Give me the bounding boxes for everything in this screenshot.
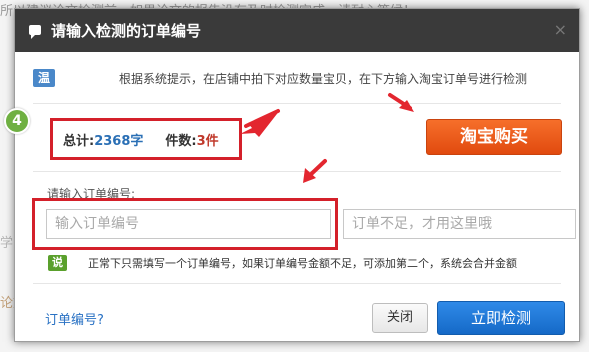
tip-text: 根据系统提示，在店铺中拍下对应数量宝贝，在下方输入淘宝订单号进行检测	[119, 72, 528, 86]
taobao-buy-button[interactable]: 淘宝购买	[426, 119, 562, 155]
close-icon[interactable]: ×	[554, 20, 567, 39]
note-text: 正常下只需填写一个订单编号，如果订单编号金额不足，可添加第二个，系统会合并金额	[88, 257, 517, 270]
divider-bottom	[33, 283, 561, 284]
note-badge: 说明	[48, 255, 67, 285]
divider-mid	[33, 171, 561, 172]
chat-icon	[29, 25, 41, 39]
tip-badge: 温馨提示	[33, 69, 56, 139]
dialog-title: 请输入检测的订单编号	[51, 22, 202, 40]
total-value: 2368字	[94, 134, 144, 149]
order-number-input[interactable]	[46, 209, 331, 239]
total-label: 总计:	[63, 134, 95, 149]
background-text-mid: 学	[0, 236, 14, 251]
dialog-footer: 订单编号? 关闭 立即检测	[15, 287, 579, 341]
divider-top	[33, 103, 561, 104]
second-order-input[interactable]	[343, 209, 576, 239]
order-number-help-link[interactable]: 订单编号?	[45, 309, 104, 328]
totals-highlight-box: 总计:2368字 件数:3件	[50, 118, 242, 160]
dialog-titlebar: 请输入检测的订单编号 ×	[15, 9, 579, 52]
detect-now-button[interactable]: 立即检测	[437, 301, 565, 335]
totals-summary: 总计:2368字 件数:3件	[63, 130, 219, 149]
order-dialog: 请输入检测的订单编号 × 温馨提示 根据系统提示，在店铺中拍下对应数量宝贝，在下…	[14, 8, 580, 342]
count-value: 3件	[196, 134, 219, 149]
count-label: 件数:	[165, 134, 197, 149]
close-button[interactable]: 关闭	[372, 303, 428, 333]
step-marker: 4	[4, 108, 30, 134]
